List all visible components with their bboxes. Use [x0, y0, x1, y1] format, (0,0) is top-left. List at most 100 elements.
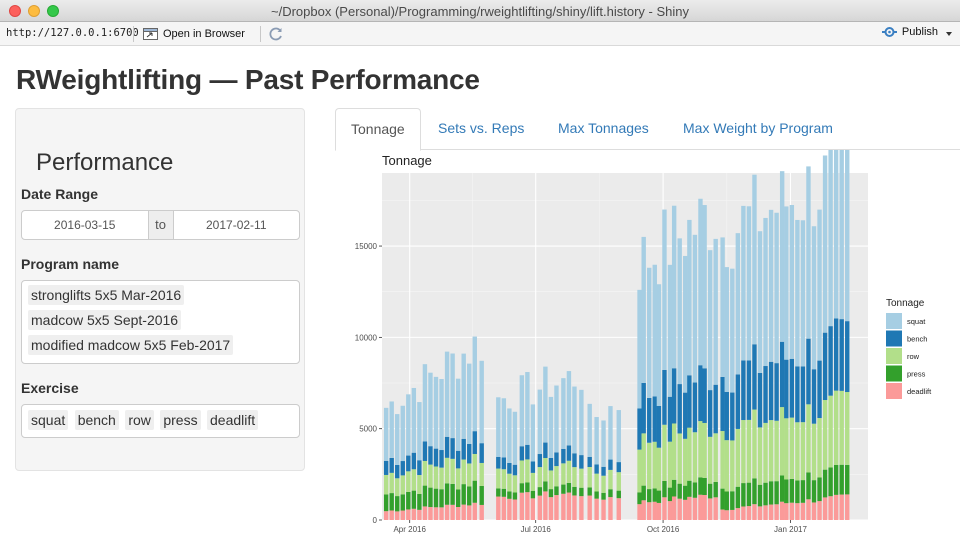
date-end-input[interactable]: 2017-02-11 [172, 210, 300, 240]
bar-squat [637, 289, 642, 409]
exercise-chip[interactable]: row [125, 410, 154, 430]
bar-row [587, 467, 592, 488]
bar-deadlift [496, 496, 501, 520]
program-chip[interactable]: modified madcow 5x5 Feb-2017 [28, 335, 234, 355]
bar-deadlift [698, 494, 703, 520]
legend-key-row [886, 348, 902, 364]
bar-row [461, 459, 466, 485]
program-chip[interactable]: madcow 5x5 Sept-2016 [28, 310, 182, 330]
exercise-chip[interactable]: bench [74, 410, 119, 430]
chart-title: Tonnage [382, 153, 432, 168]
bar-row [383, 474, 389, 495]
bar-deadlift [763, 505, 768, 520]
bar-bench [724, 391, 729, 441]
exercise-chip[interactable]: squat [28, 410, 69, 430]
bar-squat [817, 209, 822, 361]
refresh-icon[interactable] [268, 26, 284, 42]
bar-press [561, 484, 566, 494]
bar-squat [720, 237, 725, 377]
bar-squat [554, 385, 559, 453]
tab-sets-vs-reps[interactable]: Sets vs. Reps [423, 108, 539, 150]
bar-squat [677, 238, 682, 385]
tab-max-tonnages[interactable]: Max Tonnages [543, 108, 664, 150]
bar-press [537, 487, 543, 496]
bar-squat [652, 264, 657, 397]
bar-press [467, 486, 472, 506]
bar-bench [800, 366, 806, 423]
bar-bench [383, 460, 389, 475]
bar-bench [406, 455, 411, 472]
bar-squat [530, 404, 536, 462]
bar-squat [746, 206, 752, 361]
bar-deadlift [512, 499, 518, 520]
bar-row [428, 464, 433, 488]
publish-button[interactable]: Publish [881, 26, 938, 38]
bar-bench [677, 384, 682, 434]
bar-bench [543, 442, 548, 459]
bar-deadlift [735, 508, 741, 520]
bar-squat [800, 220, 806, 367]
program-select[interactable]: stronglifts 5x5 Mar-2016 madcow 5x5 Sept… [21, 280, 300, 364]
bar-bench [400, 461, 405, 476]
exercise-chip[interactable]: deadlift [207, 410, 259, 430]
bar-squat [702, 205, 707, 369]
tab-tonnage[interactable]: Tonnage [335, 108, 421, 151]
bar-press [479, 485, 484, 505]
bar-squat [455, 378, 461, 451]
bar-squat [501, 398, 507, 458]
url-display: http://127.0.0.1:6700 [6, 27, 139, 39]
bar-row [768, 420, 774, 482]
bar-bench [757, 372, 763, 428]
bar-press [698, 477, 703, 495]
bar-deadlift [833, 494, 839, 520]
x-tick-label: Apr 2016 [393, 525, 426, 534]
bar-squat [811, 226, 817, 370]
bar-press [543, 481, 548, 492]
bar-bench [828, 326, 833, 396]
bar-deadlift [662, 497, 667, 520]
chevron-down-icon[interactable] [946, 32, 952, 36]
bar-bench [566, 445, 572, 461]
bar-row [845, 392, 850, 465]
bar-deadlift [525, 492, 530, 520]
bar-press [601, 492, 606, 500]
bar-bench [467, 443, 472, 464]
bar-bench [845, 321, 850, 393]
bar-press [455, 489, 461, 508]
bar-row [652, 441, 657, 489]
bar-press [752, 478, 757, 505]
bar-squat [774, 212, 779, 364]
bar-squat [507, 408, 512, 463]
bar-press [730, 491, 735, 510]
bar-squat [795, 219, 800, 367]
exercise-select[interactable]: squat bench row press deadlift [21, 404, 300, 438]
open-in-browser-button[interactable]: Open in Browser [143, 26, 245, 42]
bar-row [707, 436, 713, 484]
bar-press [439, 489, 444, 508]
date-start-input[interactable]: 2016-03-15 [21, 210, 149, 240]
tab-max-weight-by-program[interactable]: Max Weight by Program [668, 108, 848, 150]
bar-bench [817, 360, 822, 419]
bar-bench [637, 408, 642, 450]
bar-deadlift [637, 504, 642, 520]
bar-squat [450, 353, 455, 439]
bar-bench [608, 459, 613, 470]
exercise-chip[interactable]: press [160, 410, 201, 430]
bar-deadlift [433, 507, 439, 520]
bar-deadlift [406, 509, 411, 520]
bar-deadlift [811, 502, 817, 520]
legend-key-deadlift [886, 383, 902, 399]
bar-row [702, 422, 707, 478]
bar-squat [656, 284, 662, 407]
bar-bench [667, 396, 673, 442]
legend-key-press [886, 365, 902, 382]
bar-press [687, 480, 692, 497]
bar-bench [763, 366, 768, 423]
bar-squat [828, 143, 833, 327]
y-tick-label: 5000 [359, 425, 377, 434]
bar-squat [433, 376, 439, 449]
bar-row [763, 422, 768, 483]
program-chip[interactable]: stronglifts 5x5 Mar-2016 [28, 285, 185, 305]
bar-bench [720, 376, 725, 432]
bar-row [472, 453, 477, 481]
